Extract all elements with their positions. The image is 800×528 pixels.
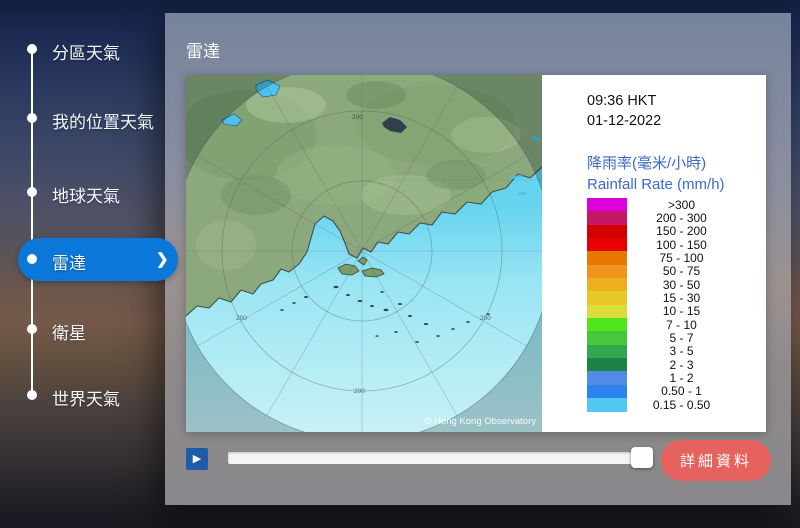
timeline-dot xyxy=(27,187,37,197)
sidebar-item-label: 衛星 xyxy=(52,324,86,343)
timeline-dot xyxy=(27,113,37,123)
main-panel: 雷達 200 200 200 200 © Hong Kong Observato… xyxy=(165,13,791,505)
legend-label: 7 - 10 xyxy=(666,317,697,332)
copyright-watermark: © Hong Kong Observatory xyxy=(424,416,536,427)
details-button[interactable]: 詳細資料 xyxy=(661,440,771,481)
rainfall-rate-heading: 降雨率(毫米/小時) Rainfall Rate (mm/h) xyxy=(587,153,725,195)
play-icon: ▶ xyxy=(192,453,202,465)
chevron-right-icon: ❯ xyxy=(156,251,169,268)
legend-swatch xyxy=(587,238,627,252)
legend-row: >300 xyxy=(542,197,766,212)
sidebar-item-6[interactable]: 世界天氣 xyxy=(0,374,190,417)
radar-image: 200 200 200 200 © Hong Kong Observatory … xyxy=(186,75,766,432)
legend-row: 10 - 15 xyxy=(542,304,766,319)
legend-row: 7 - 10 xyxy=(542,317,766,332)
timeline-dot xyxy=(27,44,37,54)
radar-map: 200 200 200 200 © Hong Kong Observatory xyxy=(186,75,542,432)
legend-row: 150 - 200 xyxy=(542,224,766,239)
sidebar-item-label: 我的位置天氣 xyxy=(52,113,154,132)
radar-timestamp: 09:36 HKT 01-12-2022 xyxy=(587,91,661,131)
legend-label: 0.15 - 0.50 xyxy=(652,397,711,412)
heading-zh: 降雨率(毫米/小時) xyxy=(587,155,707,172)
svg-text:200: 200 xyxy=(352,114,363,121)
svg-text:200: 200 xyxy=(236,315,247,322)
legend-row: 15 - 30 xyxy=(542,291,766,306)
legend-row: 0.15 - 0.50 xyxy=(542,397,766,412)
legend-label: 15 - 30 xyxy=(662,291,701,306)
legend-row: 2 - 3 xyxy=(542,357,766,372)
legend-swatch xyxy=(587,371,627,385)
sidebar-item-2[interactable]: 我的位置天氣 xyxy=(0,97,190,140)
legend-rows: >300 200 - 300 150 - 200 100 - 150 75 - 100 5… xyxy=(542,198,766,412)
selected-pill xyxy=(18,238,178,281)
legend-swatch xyxy=(587,251,627,265)
legend-label: 2 - 3 xyxy=(669,357,694,372)
legend-swatch xyxy=(587,384,627,399)
legend-row: 200 - 300 xyxy=(542,211,766,226)
legend-swatch xyxy=(587,358,627,372)
timeline-dot xyxy=(27,390,37,400)
legend-swatch xyxy=(587,211,627,225)
timeline-dot xyxy=(27,254,37,264)
legend-label: 1 - 2 xyxy=(669,371,694,386)
time-slider-track[interactable] xyxy=(228,452,653,464)
sidebar-item-label: 世界天氣 xyxy=(52,390,120,409)
time-slider-thumb[interactable] xyxy=(631,447,653,468)
legend-swatch xyxy=(587,331,627,345)
legend-label: 100 - 150 xyxy=(656,237,707,252)
legend-swatch xyxy=(587,224,627,239)
legend-swatch xyxy=(587,291,627,305)
legend-label: 30 - 50 xyxy=(662,277,701,292)
legend-row: 5 - 7 xyxy=(542,331,766,346)
timestamp-time: 09:36 HKT xyxy=(587,93,657,109)
page-title: 雷達 xyxy=(186,42,220,61)
legend-row: 0.50 - 1 xyxy=(542,384,766,399)
legend-label: 150 - 200 xyxy=(656,224,707,239)
legend-label: 75 - 100 xyxy=(659,251,704,266)
legend-row: 30 - 50 xyxy=(542,277,766,292)
legend-swatch xyxy=(587,198,627,212)
legend-panel: 09:36 HKT 01-12-2022 降雨率(毫米/小時) Rainfall… xyxy=(542,75,766,432)
sidebar-item-label: 雷達 xyxy=(52,254,86,273)
legend-swatch xyxy=(587,264,627,279)
timeline-dot xyxy=(27,324,37,334)
legend-label: 200 - 300 xyxy=(656,211,707,226)
legend-swatch xyxy=(587,318,627,332)
legend-row: 50 - 75 xyxy=(542,264,766,279)
svg-text:200: 200 xyxy=(354,388,365,395)
sidebar-item-1[interactable]: 分區天氣 xyxy=(0,28,190,71)
legend-swatch xyxy=(587,398,627,412)
legend-label: 50 - 75 xyxy=(662,264,701,279)
legend-label: 5 - 7 xyxy=(669,331,694,346)
sidebar-item-4[interactable]: 雷達 ❯ xyxy=(0,238,190,281)
legend-swatch xyxy=(587,344,627,359)
legend-row: 100 - 150 xyxy=(542,237,766,252)
legend-row: 75 - 100 xyxy=(542,251,766,266)
legend-label: 0.50 - 1 xyxy=(661,384,702,399)
sidebar-item-5[interactable]: 衛星 xyxy=(0,308,190,351)
sidebar: 分區天氣我的位置天氣 地球天氣雷達 ❯ 衛星世界天氣 xyxy=(0,0,190,528)
timestamp-date: 01-12-2022 xyxy=(587,113,662,129)
sidebar-item-label: 地球天氣 xyxy=(52,187,120,206)
sidebar-item-3[interactable]: 地球天氣 xyxy=(0,171,190,214)
legend-row: 1 - 2 xyxy=(542,371,766,386)
legend-label: >300 xyxy=(667,197,696,212)
heading-en: Rainfall Rate (mm/h) xyxy=(587,176,725,193)
sidebar-item-label: 分區天氣 xyxy=(52,44,120,63)
legend-swatch xyxy=(587,304,627,319)
svg-text:200: 200 xyxy=(480,315,491,322)
legend-label: 10 - 15 xyxy=(662,304,701,319)
legend-swatch xyxy=(587,278,627,292)
coverage-circle xyxy=(186,75,542,432)
legend-label: 3 - 5 xyxy=(669,344,694,359)
legend-row: 3 - 5 xyxy=(542,344,766,359)
